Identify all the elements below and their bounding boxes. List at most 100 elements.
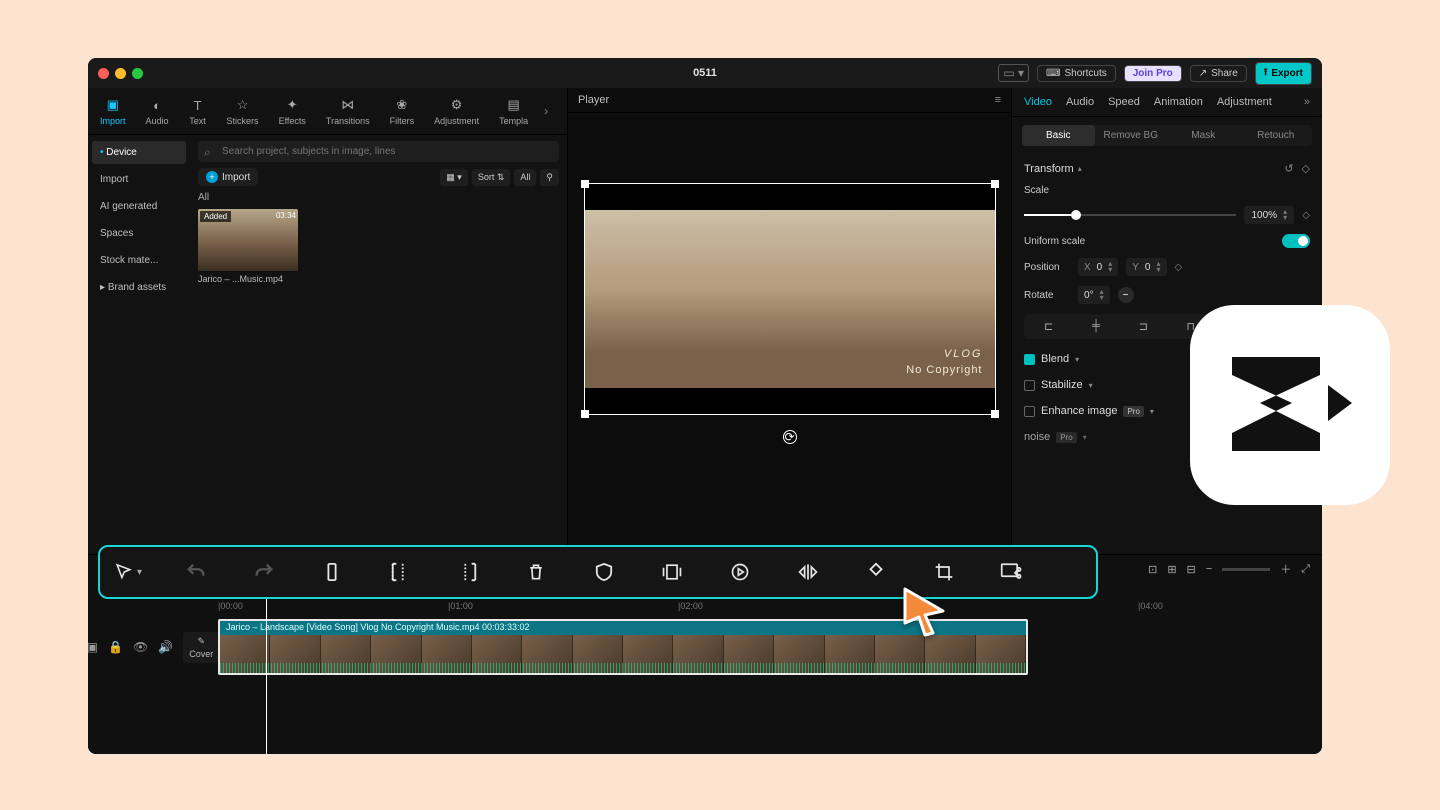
resize-handle-br[interactable] [991, 410, 999, 418]
import-icon: ▣ [104, 96, 122, 114]
scale-slider[interactable] [1024, 214, 1236, 216]
rotate-handle-icon[interactable]: ⟳ [783, 430, 797, 444]
pro-badge-2: Pro [1056, 432, 1076, 443]
import-media-button[interactable]: +Import [198, 168, 258, 186]
tab-audio[interactable]: ◐Audio [140, 92, 175, 130]
zoom-out-icon[interactable]: − [1206, 563, 1212, 575]
scale-keyframe-icon[interactable]: ◇ [1302, 210, 1310, 221]
shortcuts-button[interactable]: ⌨ Shortcuts [1037, 65, 1116, 82]
timeline-tool-b-icon[interactable]: ⊞ [1167, 563, 1176, 576]
timeline-ruler[interactable]: |00:00 |01:00 |02:00 |04:00 [88, 597, 1322, 619]
tab-import[interactable]: ▣Import [94, 92, 132, 130]
blend-checkbox[interactable] [1024, 354, 1035, 365]
filter-all-button[interactable]: All [514, 169, 536, 186]
resize-handle-bl[interactable] [581, 410, 589, 418]
position-y-input[interactable]: Y0▴▾ [1126, 258, 1166, 276]
app-window: 0511 ▭ ▾ ⌨ Shortcuts Join Pro ↗ Share ⭱ … [88, 58, 1322, 754]
frame-icon[interactable] [658, 558, 686, 586]
undo-icon[interactable] [182, 558, 210, 586]
player-menu-icon[interactable]: ≡ [995, 94, 1001, 106]
zoom-in-icon[interactable]: ＋ [1280, 561, 1291, 577]
share-button[interactable]: ↗ Share [1190, 65, 1247, 82]
join-pro-button[interactable]: Join Pro [1124, 65, 1182, 82]
enhance-checkbox[interactable] [1024, 406, 1035, 417]
minimize-window-icon[interactable] [115, 68, 126, 79]
sort-button[interactable]: Sort ⇅ [472, 169, 511, 186]
position-x-input[interactable]: X0▴▾ [1078, 258, 1118, 276]
duration-label: 03:34 [276, 211, 296, 220]
maximize-window-icon[interactable] [132, 68, 143, 79]
resize-handle-tr[interactable] [991, 180, 999, 188]
shield-icon[interactable] [590, 558, 618, 586]
source-import[interactable]: Import [92, 168, 186, 191]
speed-icon[interactable] [726, 558, 754, 586]
inspector-tab-adjustment[interactable]: Adjustment [1217, 96, 1272, 108]
tab-text[interactable]: TText [183, 92, 213, 130]
timeline-tool-c-icon[interactable]: ⊟ [1187, 563, 1196, 576]
more-tabs-icon[interactable]: › [542, 104, 550, 118]
auto-cut-icon[interactable] [998, 558, 1026, 586]
inspector-tab-animation[interactable]: Animation [1154, 96, 1203, 108]
crop-tool-icon[interactable] [930, 558, 958, 586]
source-spaces[interactable]: Spaces [92, 222, 186, 245]
subtab-mask[interactable]: Mask [1167, 125, 1240, 146]
lock-icon[interactable]: 🔒 [108, 640, 123, 654]
mirror-icon[interactable] [794, 558, 822, 586]
tab-templates[interactable]: ▤Templa [493, 92, 534, 130]
stabilize-checkbox[interactable] [1024, 380, 1035, 391]
align-hcenter-icon[interactable]: ╪ [1075, 318, 1116, 335]
reset-icon[interactable]: ↺ [1284, 162, 1293, 175]
pointer-tool-icon[interactable]: ▾ [114, 558, 142, 586]
close-window-icon[interactable] [98, 68, 109, 79]
position-keyframe-icon[interactable]: ◇ [1175, 262, 1183, 273]
rotate-input[interactable]: 0°▴▾ [1078, 286, 1110, 304]
transform-header[interactable]: Transform▴ ↺◇ [1024, 162, 1310, 175]
align-right-icon[interactable]: ⊐ [1123, 318, 1164, 335]
tab-transitions[interactable]: ⋈Transitions [320, 92, 376, 130]
source-brand-assets[interactable]: ▸ Brand assets [92, 276, 186, 299]
export-button[interactable]: ⭱ Export [1255, 62, 1312, 85]
align-left-icon[interactable]: ⊏ [1028, 318, 1069, 335]
mute-icon[interactable]: 🔊 [158, 640, 173, 654]
media-thumbnail[interactable]: Added 03:34 Jarico – ...Music.mp4 [198, 209, 298, 284]
redo-icon[interactable] [250, 558, 278, 586]
track-option-icon[interactable]: ▣ [88, 640, 98, 654]
view-grid-icon[interactable]: ▦ ▾ [440, 169, 468, 186]
search-input[interactable] [198, 141, 559, 162]
tab-stickers[interactable]: ☆Stickers [221, 92, 265, 130]
inspector-tab-speed[interactable]: Speed [1108, 96, 1140, 108]
source-stock[interactable]: Stock mate... [92, 249, 186, 272]
rotate-icon[interactable] [862, 558, 890, 586]
cover-button[interactable]: ✎Cover [183, 632, 219, 663]
inspector-more-icon[interactable]: » [1304, 96, 1310, 108]
rotate-label: Rotate [1024, 290, 1070, 301]
tab-effects[interactable]: ✦Effects [273, 92, 312, 130]
inspector-tab-audio[interactable]: Audio [1066, 96, 1094, 108]
rotate-minus-button[interactable]: − [1118, 287, 1134, 303]
source-ai-generated[interactable]: AI generated [92, 195, 186, 218]
aspect-ratio-icon[interactable]: ▭ ▾ [998, 64, 1029, 82]
video-preview[interactable]: VLOG No Copyright ⟳ [584, 183, 996, 415]
zoom-fit-icon[interactable]: ⤢ [1301, 563, 1310, 576]
uniform-scale-toggle[interactable] [1282, 234, 1310, 248]
tab-filters[interactable]: ❀Filters [384, 92, 421, 130]
subtab-basic[interactable]: Basic [1022, 125, 1095, 146]
subtab-retouch[interactable]: Retouch [1240, 125, 1313, 146]
timeline-tool-a-icon[interactable]: ⊡ [1148, 563, 1157, 576]
delete-icon[interactable] [522, 558, 550, 586]
split-icon[interactable] [318, 558, 346, 586]
zoom-slider[interactable] [1222, 568, 1270, 571]
tab-adjustment[interactable]: ⚙Adjustment [428, 92, 485, 130]
source-device[interactable]: • Device [92, 141, 186, 164]
scale-value-input[interactable]: 100%▴▾ [1244, 206, 1294, 224]
resize-handle-tl[interactable] [581, 180, 589, 188]
playhead[interactable] [266, 581, 267, 754]
trim-right-icon[interactable] [454, 558, 482, 586]
filter-icon[interactable]: ⚲ [540, 169, 559, 186]
trim-left-icon[interactable] [386, 558, 414, 586]
eye-icon[interactable]: 👁 [133, 640, 148, 654]
keyframe-icon[interactable]: ◇ [1302, 162, 1310, 175]
tutorial-cursor-icon [897, 583, 953, 644]
inspector-tab-video[interactable]: Video [1024, 96, 1052, 108]
subtab-remove-bg[interactable]: Remove BG [1095, 125, 1168, 146]
